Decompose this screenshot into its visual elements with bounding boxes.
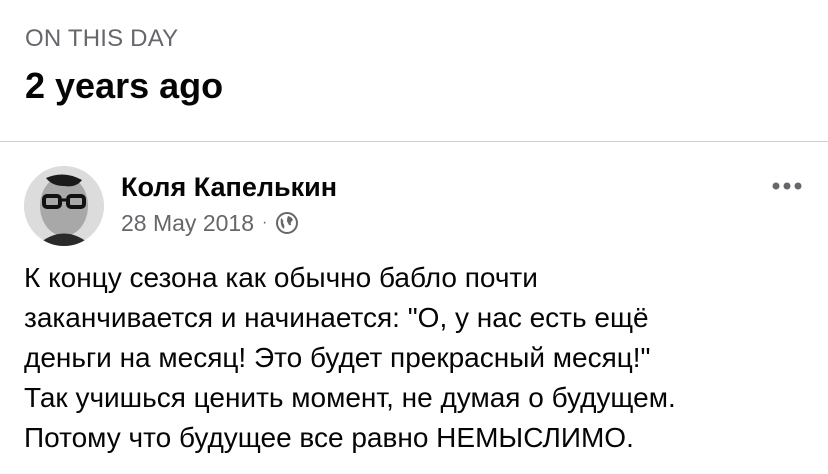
more-options-icon[interactable] bbox=[766, 172, 808, 200]
post-date[interactable]: 28 May 2018 bbox=[121, 210, 254, 237]
author-name[interactable]: Коля Капелькин bbox=[121, 170, 337, 204]
post-meta: 28 May 2018 · bbox=[121, 208, 299, 238]
post-text: К концу сезона как обычно бабло почти за… bbox=[24, 258, 814, 458]
post-text-line: деньги на месяц! Это будет прекрасный ме… bbox=[24, 342, 651, 373]
memories-header: ON THIS DAY 2 years ago bbox=[0, 0, 828, 140]
globe-icon[interactable] bbox=[275, 211, 299, 235]
section-label: ON THIS DAY bbox=[25, 25, 179, 52]
memory-post: Коля Капелькин 28 May 2018 · К концу сез… bbox=[0, 142, 828, 474]
post-text-line: заканчивается и начинается: "О, у нас ес… bbox=[24, 302, 649, 333]
memory-time-title: 2 years ago bbox=[25, 65, 224, 106]
avatar[interactable] bbox=[24, 166, 104, 246]
post-text-line: Так учишься ценить момент, не думая о бу… bbox=[24, 382, 676, 413]
meta-separator: · bbox=[261, 214, 268, 231]
post-text-line: Потому что будущее все равно НЕМЫСЛИМО. bbox=[24, 422, 634, 453]
post-text-line: К концу сезона как обычно бабло почти bbox=[24, 262, 538, 293]
